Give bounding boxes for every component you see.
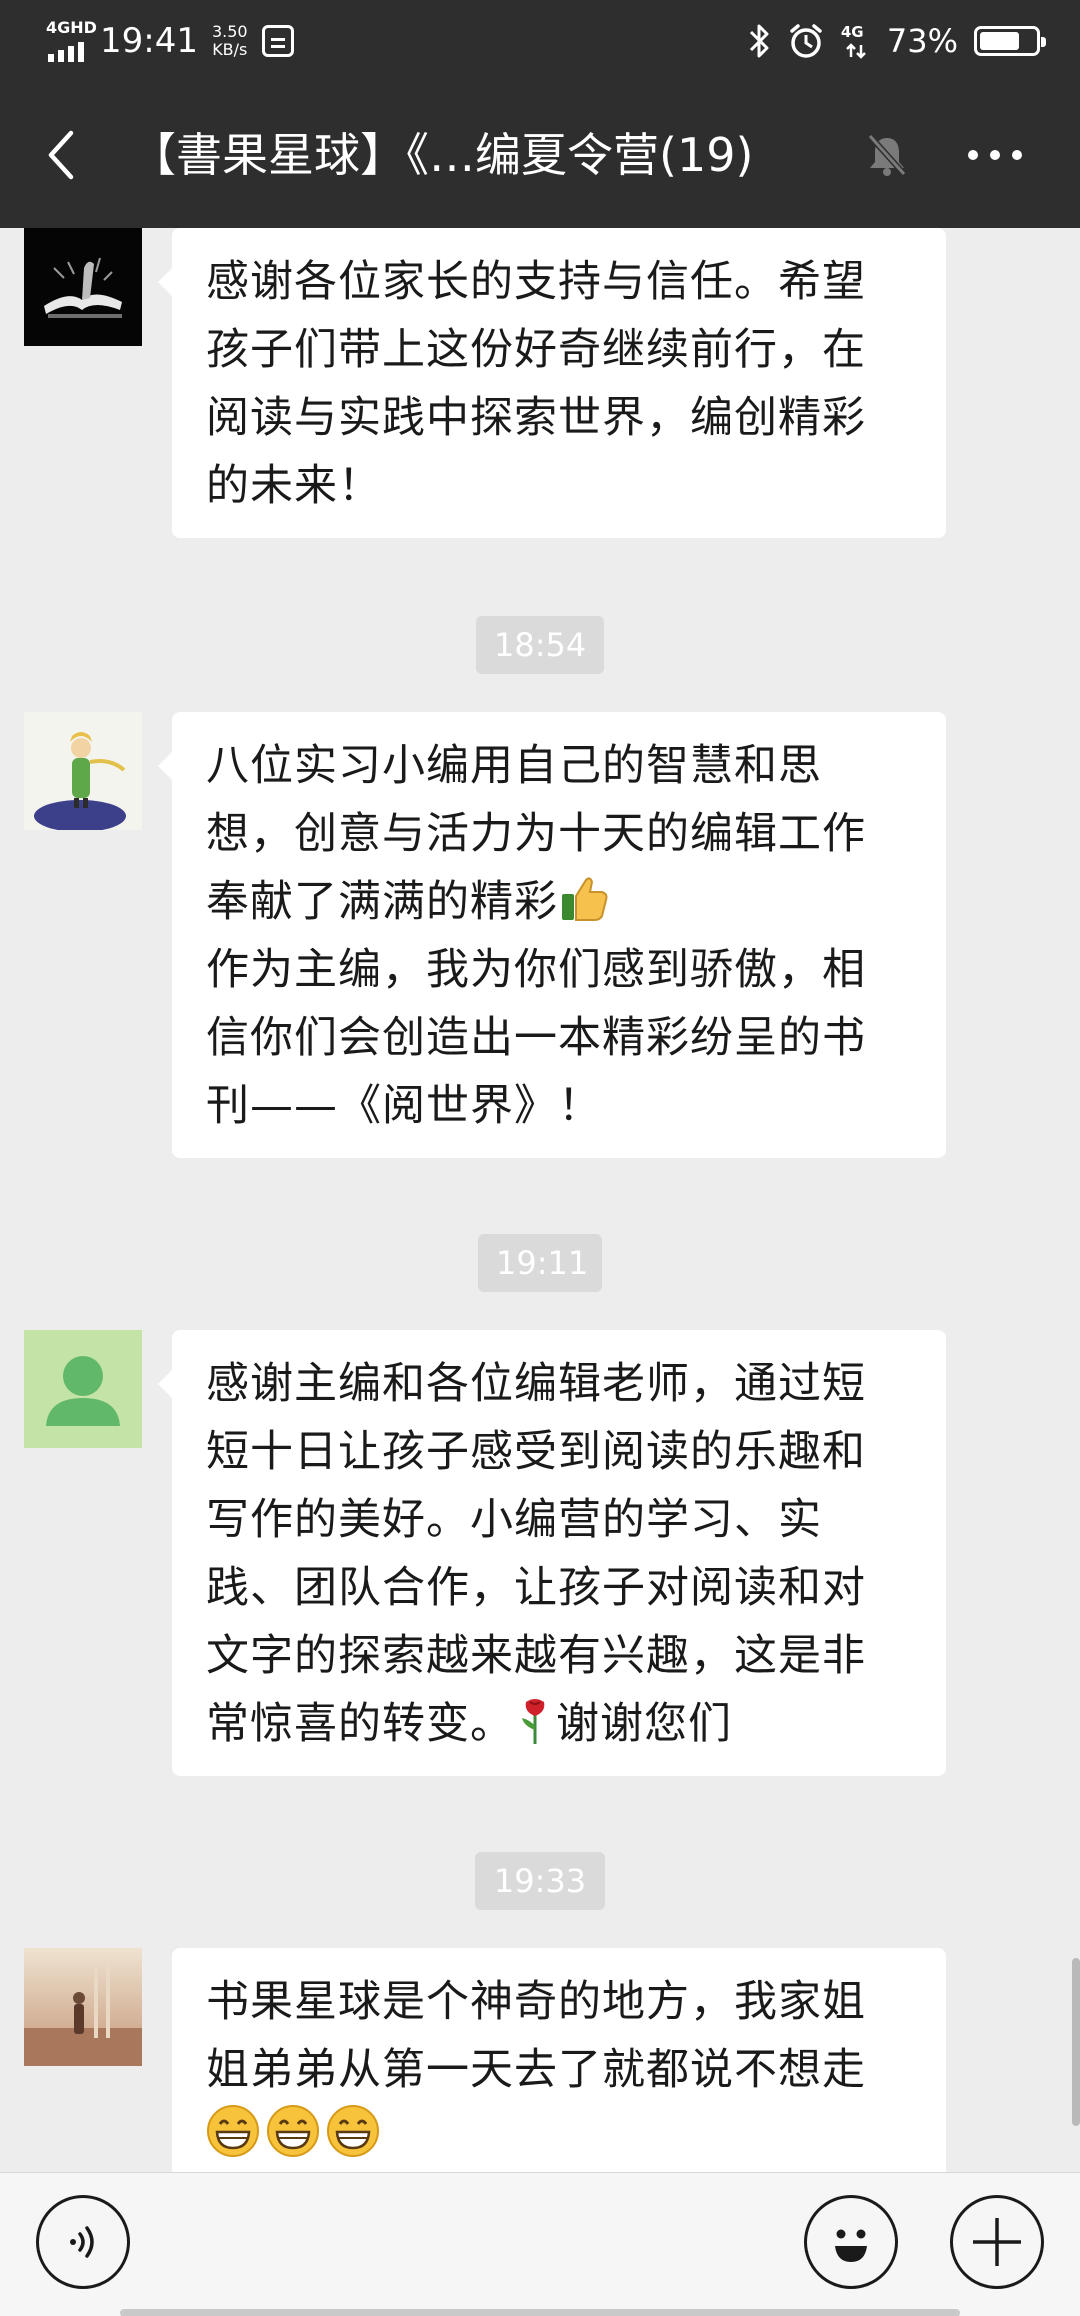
battery-fill xyxy=(980,32,1020,50)
mute-bell-icon xyxy=(867,133,907,177)
message-text: 刊——《阅世界》！ xyxy=(206,1081,602,1131)
timestamp: 19:11 xyxy=(478,1234,602,1292)
message-text: 践、团队合作，让孩子对阅读和对 xyxy=(206,1563,866,1613)
more-dots-icon xyxy=(968,150,1022,160)
message-text: 短十日让孩子感受到阅读的乐趣和 xyxy=(206,1427,866,1477)
message-text: 信你们会创造出一本精彩纷呈的书 xyxy=(206,1013,866,1063)
message-bubble[interactable]: 感谢主编和各位编辑老师，通过短 短十日让孩子感受到阅读的乐趣和 写作的美好。小编… xyxy=(158,1330,946,1776)
back-button[interactable] xyxy=(30,120,90,190)
speed-value: 3.50 xyxy=(211,22,248,41)
message-text: 写作的美好。小编营的学习、实 xyxy=(206,1495,822,1545)
signal-icon: 4GHD xyxy=(40,14,97,68)
battery-icon xyxy=(974,26,1046,56)
message-bubble[interactable]: 八位实习小编用自己的智慧和思 想，创意与活力为十天的编辑工作 奉献了满满的精彩 … xyxy=(158,712,946,1158)
message-input[interactable] xyxy=(156,2195,776,2289)
message-text: 书果星球是个神奇的地方，我家姐 xyxy=(206,1977,866,2027)
message-text: 孩子们带上这份好奇继续前行，在 xyxy=(206,325,866,375)
bluetooth-icon xyxy=(749,24,769,58)
message-text: 文字的探索越来越有兴趣，这是非 xyxy=(206,1631,866,1681)
message-bubble[interactable]: 感谢各位家长的支持与信任。希望 孩子们带上这份好奇继续前行，在 阅读与实践中探索… xyxy=(158,228,946,538)
emoji-icon xyxy=(835,2229,867,2262)
status-right: 4G 73% xyxy=(747,14,1046,68)
message-text: 感谢主编和各位编辑老师，通过短 xyxy=(206,1359,866,1409)
timestamp: 19:33 xyxy=(475,1852,605,1910)
voice-icon xyxy=(70,2226,94,2258)
alarm-icon xyxy=(790,24,822,58)
rose-icon xyxy=(522,1699,545,1744)
message-text: 姐弟弟从第一天去了就都说不想走 xyxy=(206,2045,866,2095)
message-bubble[interactable]: 书果星球是个神奇的地方，我家姐 姐弟弟从第一天去了就都说不想走 xyxy=(172,1948,946,2180)
grinning-face-icon xyxy=(327,2105,379,2157)
avatar[interactable] xyxy=(24,712,142,830)
message-text: 谢谢您们 xyxy=(556,1699,732,1749)
network-speed: 3.50 KB/s xyxy=(212,23,248,59)
emoji-button[interactable] xyxy=(804,2195,898,2289)
avatar[interactable] xyxy=(24,1330,142,1448)
message-text: 奉献了满满的精彩 xyxy=(206,877,558,927)
notification-app-icon xyxy=(261,25,294,57)
cell-signal-icon: 4G xyxy=(841,21,871,61)
message-text: 的未来！ xyxy=(206,461,382,511)
status-left: 4GHD 19:41 3.50 KB/s xyxy=(40,14,294,68)
grinning-face-icon xyxy=(207,2105,259,2157)
timestamp: 18:54 xyxy=(476,616,604,674)
avatar[interactable] xyxy=(24,1948,142,2066)
message-text: 八位实习小编用自己的智慧和思 xyxy=(206,741,822,791)
network-label: 4GHD xyxy=(46,18,97,37)
message-text: 阅读与实践中探索世界，编创精彩 xyxy=(206,393,866,443)
plus-icon xyxy=(973,2218,1021,2266)
gesture-bar xyxy=(120,2309,960,2316)
emoji-row xyxy=(206,2104,916,2172)
message-text: 常惊喜的转变。 xyxy=(206,1699,514,1749)
message-text: 感谢各位家长的支持与信任。希望 xyxy=(206,257,866,307)
scrollbar[interactable] xyxy=(1072,1958,1080,2126)
input-bar xyxy=(0,2172,1080,2316)
chat-header: 【書果星球】《…编夏令营(19) xyxy=(0,82,1080,228)
message-text-with-emoji: 常惊喜的转变。 谢谢您们 xyxy=(206,1690,916,1758)
message-text-with-emoji: 奉献了满满的精彩 xyxy=(206,868,916,936)
status-bar: 4GHD 19:41 3.50 KB/s 4G 73% xyxy=(0,0,1080,82)
speed-unit: KB/s xyxy=(212,40,248,59)
more-button[interactable] xyxy=(960,128,1030,182)
message-text: 作为主编，我为你们感到骄傲，相 xyxy=(206,945,866,995)
cell-label: 4G xyxy=(840,23,864,41)
avatar[interactable] xyxy=(24,228,142,346)
thumbs-up-icon xyxy=(562,877,608,921)
voice-button[interactable] xyxy=(36,2195,130,2289)
message-text: 想，创意与活力为十天的编辑工作 xyxy=(206,809,866,859)
back-arrow-icon xyxy=(48,130,74,180)
status-time: 19:41 xyxy=(100,21,198,61)
chat-title: 【書果星球】《…编夏令营(19) xyxy=(130,128,754,182)
grinning-face-icon xyxy=(267,2105,319,2157)
plus-button[interactable] xyxy=(950,2195,1044,2289)
battery-percent: 73% xyxy=(886,22,958,60)
